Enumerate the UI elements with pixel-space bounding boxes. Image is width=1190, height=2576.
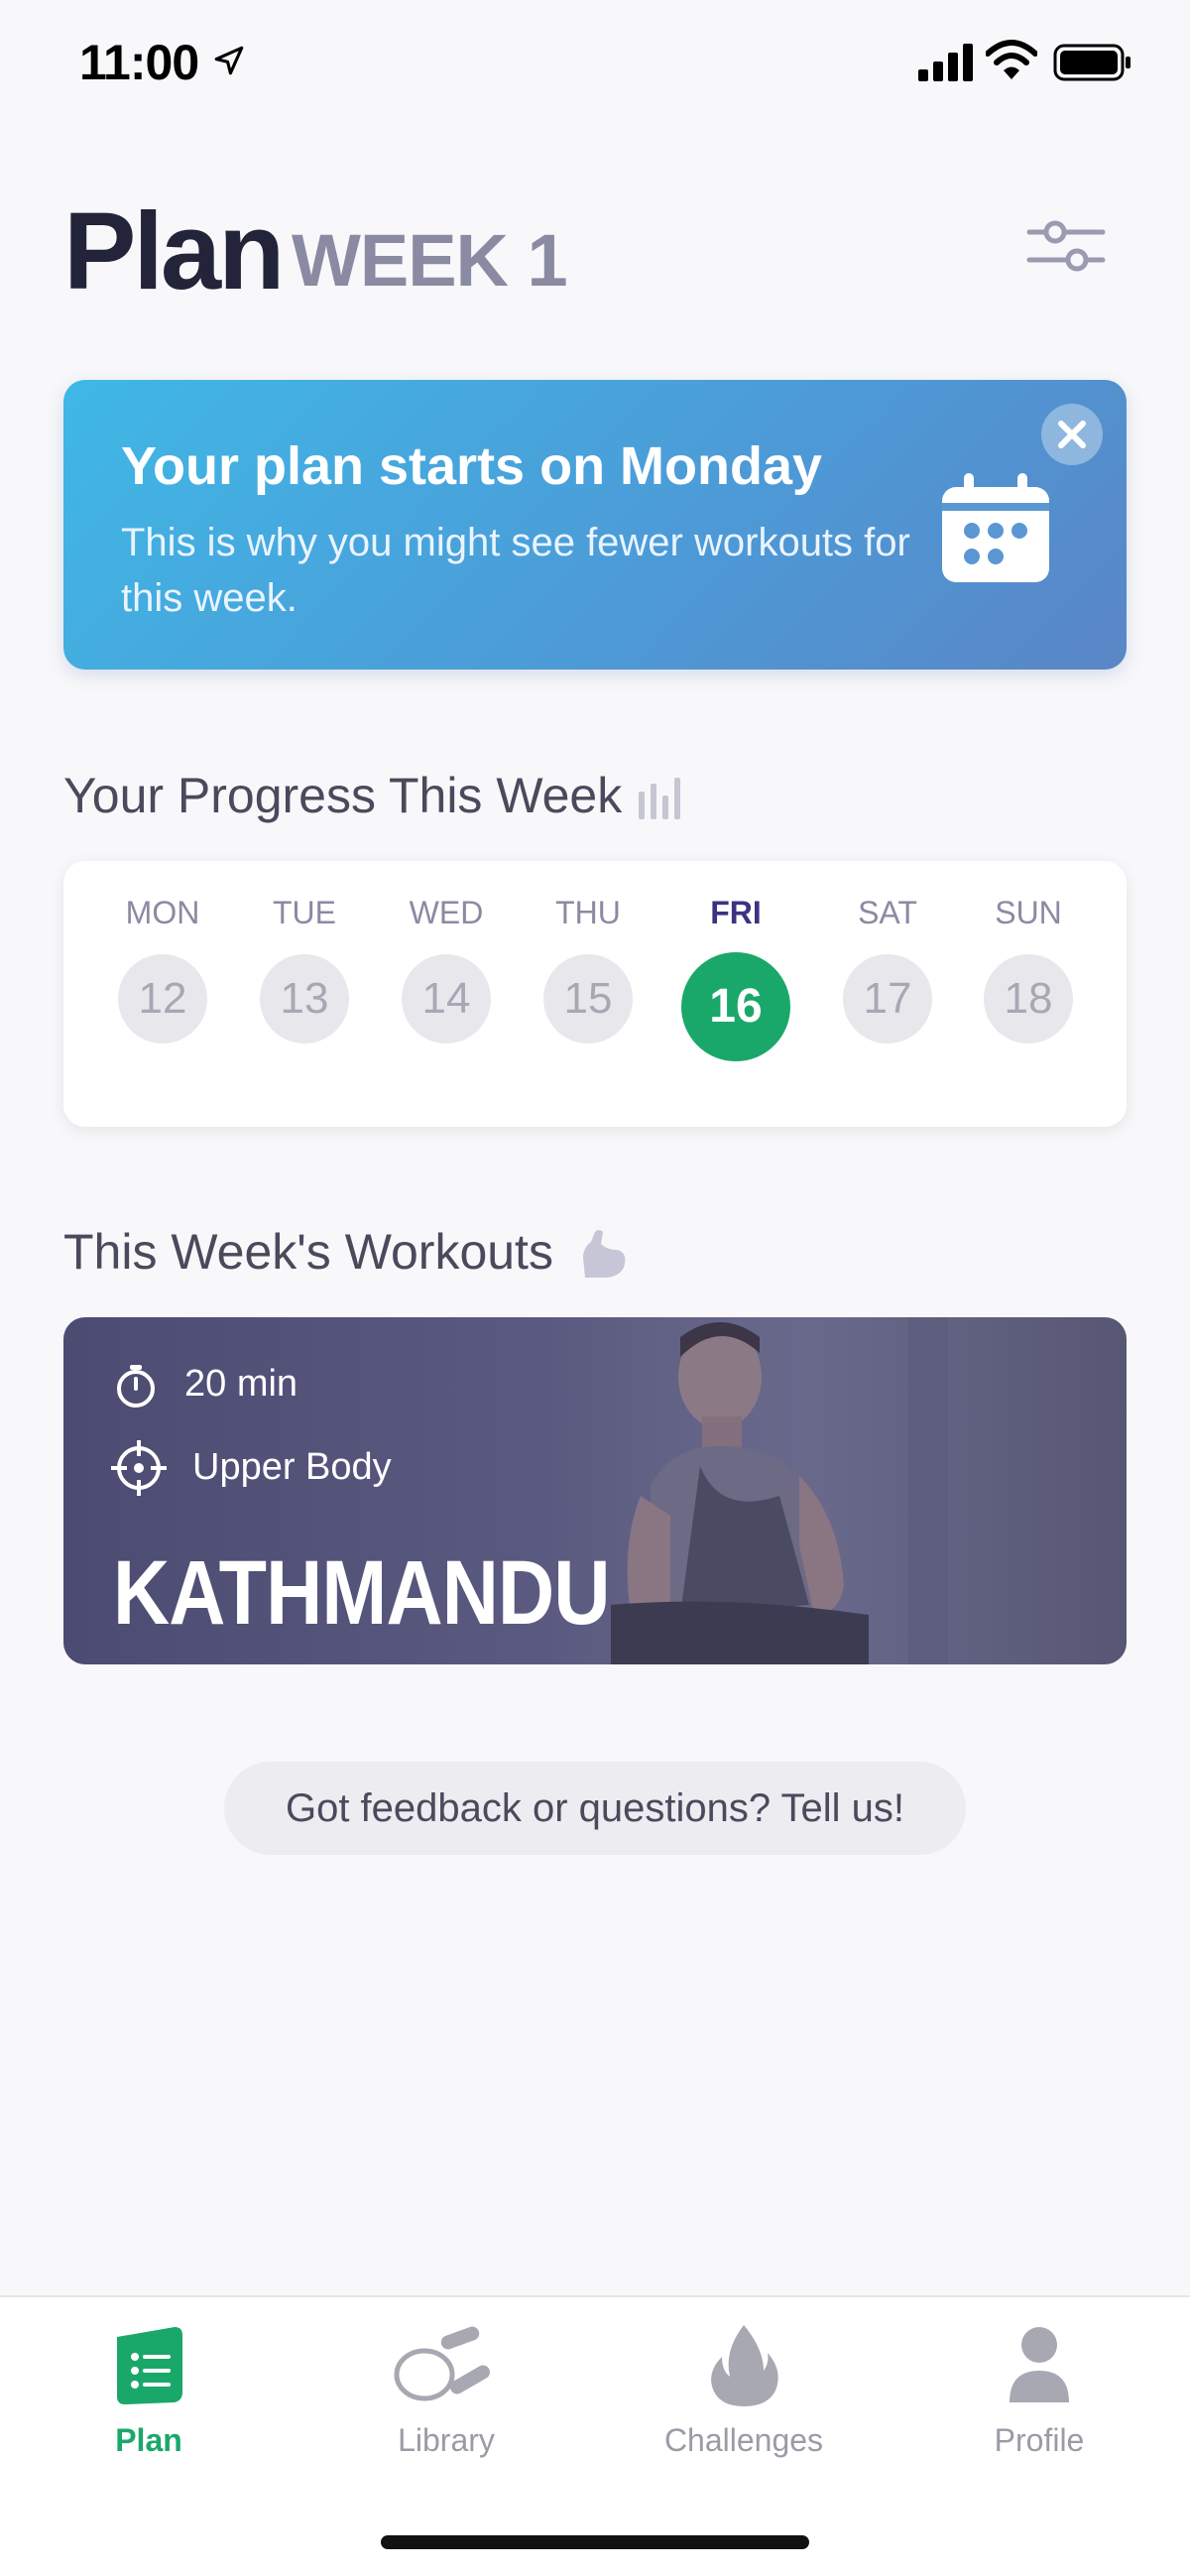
- day-label: SAT: [858, 895, 917, 930]
- day-mon[interactable]: MON 12: [103, 861, 222, 1127]
- workouts-section-title: This Week's Workouts: [63, 1224, 553, 1280]
- day-label: SUN: [995, 895, 1062, 930]
- day-label: MON: [125, 895, 200, 930]
- banner-title: Your plan starts on Monday: [121, 436, 823, 496]
- signal-icon: [918, 44, 973, 81]
- banner-text: This is why you might see fewer workouts…: [121, 521, 910, 620]
- jump-rope-icon: [394, 2326, 490, 2401]
- workout-card[interactable]: 20 min Upper Body KATHMANDU: [63, 1317, 1127, 1664]
- page-header: Plan WEEK 1: [63, 188, 1127, 317]
- wifi-icon: [986, 40, 1037, 79]
- battery-icon: [1053, 44, 1130, 81]
- calendar-icon: [942, 473, 1049, 582]
- week-progress-card: MON 12 TUE 13 WED 14 THU 15 FRI 16 SAT 1…: [63, 861, 1127, 1127]
- day-number: 12: [118, 954, 207, 1043]
- status-bar: 11:00: [0, 0, 1190, 129]
- tab-challenges[interactable]: Challenges: [625, 2323, 863, 2472]
- bar-chart-icon: [639, 778, 680, 819]
- status-time: 11:00: [79, 35, 199, 90]
- day-label: FRI: [710, 895, 762, 930]
- day-number: 17: [843, 954, 932, 1043]
- athlete-photo: [611, 1317, 1127, 1664]
- day-number: 15: [543, 954, 633, 1043]
- day-number: 14: [402, 954, 491, 1043]
- tab-label: Plan: [115, 2422, 182, 2458]
- tab-label: Library: [398, 2422, 495, 2458]
- plan-start-banner: Your plan starts on Monday This is why y…: [63, 380, 1127, 670]
- home-indicator: [381, 2535, 809, 2549]
- day-number-selected: 16: [681, 952, 790, 1061]
- location-arrow-icon: [214, 46, 244, 75]
- tab-library[interactable]: Library: [327, 2323, 565, 2472]
- day-fri[interactable]: FRI 16: [676, 861, 795, 1127]
- flexed-arm-icon: [583, 1230, 626, 1278]
- page-title: Plan: [63, 190, 285, 312]
- day-sun[interactable]: SUN 18: [969, 861, 1088, 1127]
- day-number: 18: [984, 954, 1073, 1043]
- day-sat[interactable]: SAT 17: [828, 861, 947, 1127]
- plan-icon: [117, 2327, 182, 2404]
- workout-name: KATHMANDU: [113, 1542, 610, 1644]
- flame-icon: [711, 2325, 778, 2406]
- feedback-button[interactable]: Got feedback or questions? Tell us!: [224, 1762, 966, 1855]
- day-thu[interactable]: THU 15: [529, 861, 648, 1127]
- progress-section-title: Your Progress This Week: [63, 768, 623, 823]
- tab-profile[interactable]: Profile: [920, 2323, 1158, 2472]
- day-label: THU: [555, 895, 621, 930]
- banner-close-button[interactable]: [1041, 404, 1103, 465]
- day-tue[interactable]: TUE 13: [245, 861, 364, 1127]
- target-icon: [111, 1440, 167, 1496]
- workout-target: Upper Body: [192, 1446, 392, 1488]
- day-label: TUE: [273, 895, 336, 930]
- week-label: WEEK 1: [292, 219, 568, 302]
- tab-bar: Plan Library Challenges Profile: [0, 2295, 1190, 2576]
- close-icon: [1058, 421, 1086, 448]
- day-wed[interactable]: WED 14: [387, 861, 506, 1127]
- stopwatch-icon: [117, 1365, 155, 1408]
- tab-label: Profile: [994, 2422, 1085, 2458]
- filter-settings-button[interactable]: [1025, 214, 1107, 278]
- day-number: 13: [260, 954, 349, 1043]
- workout-duration: 20 min: [184, 1363, 298, 1405]
- day-label: WED: [409, 895, 484, 930]
- tab-label: Challenges: [663, 2422, 824, 2458]
- tab-plan[interactable]: Plan: [30, 2323, 268, 2472]
- person-icon: [1010, 2327, 1069, 2402]
